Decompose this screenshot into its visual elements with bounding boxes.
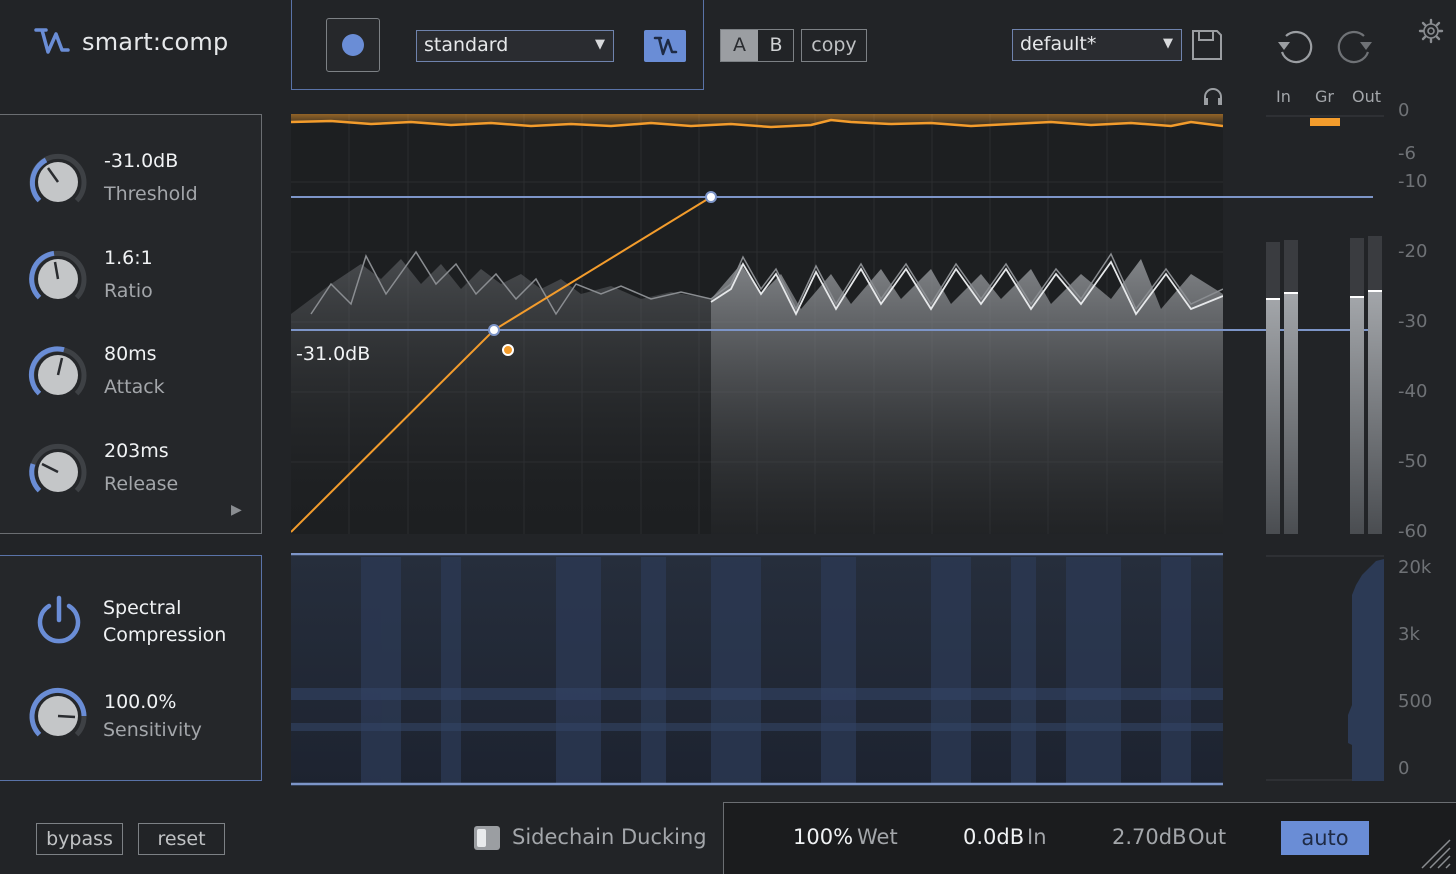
ab-compare: A B	[720, 29, 794, 62]
spectrum-side-meter	[1266, 555, 1384, 781]
out-meter-left	[1350, 296, 1364, 534]
expand-arrow-icon[interactable]: ▶	[231, 502, 242, 518]
spectral-title-line2: Compression	[103, 624, 227, 646]
in-meter-left	[1266, 298, 1280, 534]
input-waveform-area	[291, 259, 711, 534]
threshold-label: Threshold	[104, 183, 198, 205]
input-gain-value[interactable]: 0.0dB	[963, 825, 1024, 849]
ratio-knob[interactable]	[28, 249, 88, 309]
release-label: Release	[104, 473, 179, 495]
resize-handle-icon[interactable]	[1418, 836, 1452, 870]
freq-tick-3k: 3k	[1398, 624, 1420, 645]
threshold-graph-label: -31.0dB	[296, 343, 371, 365]
sidechain-toggle[interactable]	[474, 826, 500, 850]
copy-button[interactable]: copy	[801, 29, 867, 62]
db-tick-3: -20	[1398, 241, 1428, 262]
gr-meter-bar	[1310, 118, 1340, 126]
release-value: 203ms	[104, 440, 169, 462]
freq-tick-0: 0	[1398, 758, 1410, 779]
sidechain-label: Sidechain Ducking	[512, 825, 707, 849]
redo-icon[interactable]	[1334, 28, 1374, 64]
wet-value[interactable]: 100%	[793, 825, 853, 849]
meter-gr-label: Gr	[1315, 87, 1334, 106]
ratio-value: 1.6:1	[104, 247, 153, 269]
attack-label: Attack	[104, 376, 165, 398]
b-button[interactable]: B	[758, 30, 794, 61]
db-tick-4: -30	[1398, 311, 1428, 332]
meter-in-label: In	[1276, 87, 1291, 106]
db-tick-1: -6	[1398, 143, 1416, 164]
logo-icon	[34, 28, 70, 54]
sensitivity-knob[interactable]	[28, 686, 88, 746]
profile-icon	[653, 36, 678, 56]
gear-icon[interactable]	[1418, 18, 1444, 44]
spectral-title: Spectral Compression	[103, 595, 226, 649]
in-meter-right	[1284, 292, 1298, 534]
db-tick-5: -40	[1398, 381, 1428, 402]
input-gain-label: In	[1027, 825, 1047, 849]
chevron-down-icon: ▼	[595, 37, 605, 52]
auto-gain-button[interactable]: auto	[1281, 821, 1369, 855]
level-indicator	[502, 344, 514, 356]
undo-icon[interactable]	[1276, 28, 1316, 64]
out-meter-right	[1368, 290, 1382, 534]
output-gain-value[interactable]: 2.70dB	[1112, 825, 1187, 849]
mode-select[interactable]: standard ▼	[416, 30, 614, 62]
release-knob[interactable]	[28, 442, 88, 502]
attack-value: 80ms	[104, 343, 157, 365]
preset-select-value: default*	[1020, 33, 1097, 55]
threshold-value: -31.0dB	[104, 150, 179, 172]
a-button[interactable]: A	[721, 30, 758, 61]
meter-out-label: Out	[1352, 87, 1382, 106]
db-tick-6: -50	[1398, 451, 1428, 472]
spectral-title-line1: Spectral	[103, 597, 182, 619]
compression-graph[interactable]	[291, 114, 1223, 534]
record-icon	[342, 34, 364, 56]
power-icon[interactable]	[34, 594, 84, 646]
learn-button[interactable]	[326, 18, 380, 72]
sensitivity-value: 100.0%	[104, 691, 177, 713]
wet-label: Wet	[857, 825, 898, 849]
headphones-icon[interactable]	[1202, 86, 1224, 106]
mode-select-value: standard	[424, 34, 509, 56]
sensitivity-label: Sensitivity	[103, 719, 202, 741]
freq-tick-500: 500	[1398, 691, 1433, 712]
db-tick-2: -10	[1398, 171, 1428, 192]
attack-knob[interactable]	[28, 345, 88, 405]
save-icon[interactable]	[1190, 28, 1224, 62]
threshold-knob[interactable]	[28, 152, 88, 212]
freq-tick-20k: 20k	[1398, 557, 1432, 578]
preset-select[interactable]: default* ▼	[1012, 29, 1182, 61]
chevron-down-icon: ▼	[1163, 36, 1173, 51]
spectral-panel	[0, 555, 262, 781]
app-title: smart:comp	[82, 28, 229, 56]
level-meters	[1266, 115, 1384, 534]
db-tick-0: 0	[1398, 100, 1410, 121]
mode-profile-button[interactable]	[644, 30, 686, 62]
bypass-button[interactable]: bypass	[36, 823, 123, 855]
spectral-display	[291, 553, 1223, 786]
threshold-handle[interactable]	[488, 324, 500, 336]
db-tick-7: -60	[1398, 521, 1428, 542]
output-gain-label: Out	[1188, 825, 1227, 849]
reset-button[interactable]: reset	[138, 823, 225, 855]
ceiling-handle[interactable]	[705, 191, 717, 203]
ratio-label: Ratio	[104, 280, 153, 302]
